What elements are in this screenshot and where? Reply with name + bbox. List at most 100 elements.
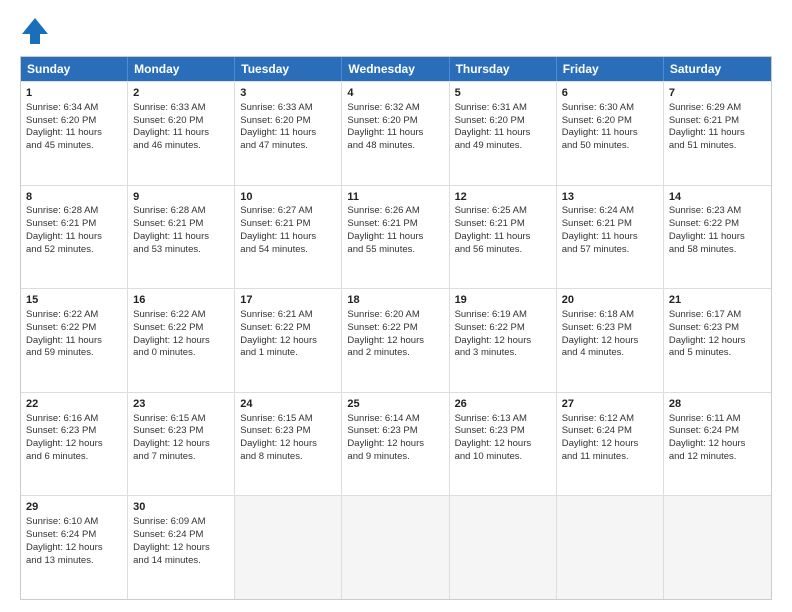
day-info-line: and 8 minutes.	[240, 451, 336, 464]
calendar-header-day: Saturday	[664, 57, 771, 81]
day-info-line: Daylight: 12 hours	[347, 335, 443, 348]
day-info-line: Sunset: 6:22 PM	[240, 322, 336, 335]
day-info-line: Daylight: 11 hours	[562, 127, 658, 140]
day-info-line: and 14 minutes.	[133, 555, 229, 568]
day-info-line: Sunset: 6:20 PM	[133, 115, 229, 128]
calendar-cell: 9Sunrise: 6:28 AMSunset: 6:21 PMDaylight…	[128, 186, 235, 289]
day-info-line: Daylight: 12 hours	[455, 438, 551, 451]
day-number: 16	[133, 293, 229, 308]
calendar-cell: 3Sunrise: 6:33 AMSunset: 6:20 PMDaylight…	[235, 82, 342, 185]
day-info-line: and 1 minute.	[240, 347, 336, 360]
day-info-line: and 54 minutes.	[240, 244, 336, 257]
calendar-cell: 15Sunrise: 6:22 AMSunset: 6:22 PMDayligh…	[21, 289, 128, 392]
day-info-line: Sunrise: 6:31 AM	[455, 102, 551, 115]
calendar-cell: 1Sunrise: 6:34 AMSunset: 6:20 PMDaylight…	[21, 82, 128, 185]
day-number: 3	[240, 86, 336, 101]
day-info-line: and 56 minutes.	[455, 244, 551, 257]
logo-icon	[20, 16, 50, 46]
day-info-line: Sunrise: 6:28 AM	[26, 205, 122, 218]
day-number: 30	[133, 500, 229, 515]
day-info-line: Sunrise: 6:26 AM	[347, 205, 443, 218]
day-info-line: and 52 minutes.	[26, 244, 122, 257]
day-info-line: Daylight: 11 hours	[347, 231, 443, 244]
calendar-cell: 5Sunrise: 6:31 AMSunset: 6:20 PMDaylight…	[450, 82, 557, 185]
day-info-line: and 46 minutes.	[133, 140, 229, 153]
day-number: 12	[455, 190, 551, 205]
day-number: 1	[26, 86, 122, 101]
day-info-line: Sunset: 6:23 PM	[26, 425, 122, 438]
calendar-row: 15Sunrise: 6:22 AMSunset: 6:22 PMDayligh…	[21, 288, 771, 392]
day-info-line: and 12 minutes.	[669, 451, 766, 464]
day-number: 10	[240, 190, 336, 205]
day-info-line: Sunset: 6:22 PM	[669, 218, 766, 231]
day-info-line: Sunrise: 6:33 AM	[133, 102, 229, 115]
calendar-cell: 17Sunrise: 6:21 AMSunset: 6:22 PMDayligh…	[235, 289, 342, 392]
day-info-line: Sunrise: 6:32 AM	[347, 102, 443, 115]
day-info-line: Sunrise: 6:11 AM	[669, 413, 766, 426]
day-info-line: Sunrise: 6:13 AM	[455, 413, 551, 426]
calendar-cell: 26Sunrise: 6:13 AMSunset: 6:23 PMDayligh…	[450, 393, 557, 496]
day-info-line: Daylight: 12 hours	[26, 542, 122, 555]
day-info-line: Sunrise: 6:30 AM	[562, 102, 658, 115]
day-info-line: Sunset: 6:23 PM	[562, 322, 658, 335]
calendar-cell: 27Sunrise: 6:12 AMSunset: 6:24 PMDayligh…	[557, 393, 664, 496]
day-number: 24	[240, 397, 336, 412]
calendar-cell: 7Sunrise: 6:29 AMSunset: 6:21 PMDaylight…	[664, 82, 771, 185]
day-number: 22	[26, 397, 122, 412]
calendar-cell: 20Sunrise: 6:18 AMSunset: 6:23 PMDayligh…	[557, 289, 664, 392]
day-info-line: and 59 minutes.	[26, 347, 122, 360]
day-info-line: and 3 minutes.	[455, 347, 551, 360]
day-number: 20	[562, 293, 658, 308]
day-info-line: Daylight: 12 hours	[133, 335, 229, 348]
calendar-header-day: Tuesday	[235, 57, 342, 81]
day-info-line: Sunset: 6:22 PM	[455, 322, 551, 335]
day-info-line: Sunset: 6:21 PM	[347, 218, 443, 231]
calendar-cell: 2Sunrise: 6:33 AMSunset: 6:20 PMDaylight…	[128, 82, 235, 185]
calendar-cell: 10Sunrise: 6:27 AMSunset: 6:21 PMDayligh…	[235, 186, 342, 289]
calendar-cell: 24Sunrise: 6:15 AMSunset: 6:23 PMDayligh…	[235, 393, 342, 496]
calendar-header-day: Wednesday	[342, 57, 449, 81]
day-info-line: and 45 minutes.	[26, 140, 122, 153]
day-info-line: Daylight: 12 hours	[26, 438, 122, 451]
calendar-body: 1Sunrise: 6:34 AMSunset: 6:20 PMDaylight…	[21, 81, 771, 599]
day-info-line: Sunrise: 6:21 AM	[240, 309, 336, 322]
day-info-line: and 51 minutes.	[669, 140, 766, 153]
day-info-line: Sunrise: 6:28 AM	[133, 205, 229, 218]
day-info-line: Sunrise: 6:16 AM	[26, 413, 122, 426]
calendar-cell: 23Sunrise: 6:15 AMSunset: 6:23 PMDayligh…	[128, 393, 235, 496]
calendar-cell	[235, 496, 342, 599]
day-info-line: Sunset: 6:23 PM	[347, 425, 443, 438]
day-number: 6	[562, 86, 658, 101]
day-info-line: and 48 minutes.	[347, 140, 443, 153]
calendar-header: SundayMondayTuesdayWednesdayThursdayFrid…	[21, 57, 771, 81]
day-info-line: Sunrise: 6:10 AM	[26, 516, 122, 529]
day-info-line: Sunset: 6:24 PM	[26, 529, 122, 542]
calendar-cell: 16Sunrise: 6:22 AMSunset: 6:22 PMDayligh…	[128, 289, 235, 392]
calendar-header-day: Monday	[128, 57, 235, 81]
day-info-line: Sunset: 6:24 PM	[669, 425, 766, 438]
day-info-line: and 9 minutes.	[347, 451, 443, 464]
day-info-line: Sunrise: 6:24 AM	[562, 205, 658, 218]
calendar-cell	[557, 496, 664, 599]
day-info-line: Sunset: 6:24 PM	[133, 529, 229, 542]
day-info-line: Sunrise: 6:12 AM	[562, 413, 658, 426]
day-info-line: Sunrise: 6:23 AM	[669, 205, 766, 218]
day-info-line: and 10 minutes.	[455, 451, 551, 464]
header	[20, 16, 772, 46]
calendar-cell	[450, 496, 557, 599]
calendar-row: 8Sunrise: 6:28 AMSunset: 6:21 PMDaylight…	[21, 185, 771, 289]
day-info-line: Daylight: 11 hours	[562, 231, 658, 244]
day-info-line: and 0 minutes.	[133, 347, 229, 360]
calendar-cell: 13Sunrise: 6:24 AMSunset: 6:21 PMDayligh…	[557, 186, 664, 289]
calendar-header-day: Thursday	[450, 57, 557, 81]
day-info-line: Sunrise: 6:27 AM	[240, 205, 336, 218]
day-info-line: Sunset: 6:20 PM	[455, 115, 551, 128]
calendar-cell: 21Sunrise: 6:17 AMSunset: 6:23 PMDayligh…	[664, 289, 771, 392]
day-info-line: Sunrise: 6:09 AM	[133, 516, 229, 529]
day-info-line: and 6 minutes.	[26, 451, 122, 464]
day-info-line: Daylight: 11 hours	[455, 127, 551, 140]
day-info-line: and 13 minutes.	[26, 555, 122, 568]
day-info-line: Daylight: 11 hours	[455, 231, 551, 244]
day-info-line: and 11 minutes.	[562, 451, 658, 464]
day-number: 23	[133, 397, 229, 412]
